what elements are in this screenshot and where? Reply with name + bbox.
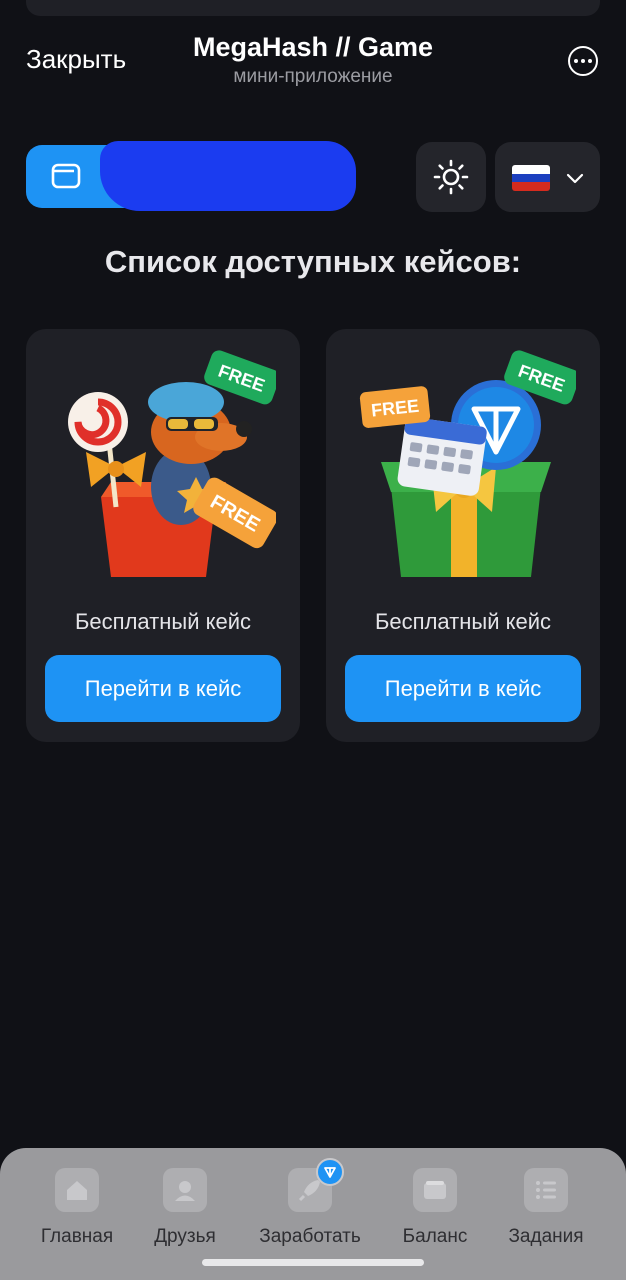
- tab-tasks-label: Задания: [508, 1226, 584, 1247]
- app-title: MegaHash // Game: [192, 32, 434, 62]
- user-icon: [175, 1181, 195, 1201]
- case-2-name: Бесплатный кейс: [374, 609, 551, 634]
- wallet-icon: [51, 163, 81, 189]
- theme-toggle-button[interactable]: [416, 142, 486, 212]
- redacted-address: [100, 141, 356, 211]
- case-1-illustration: FREE FREE: [68, 350, 276, 577]
- tab-friends-label: Друзья: [154, 1226, 216, 1247]
- top-strip: [26, 0, 600, 16]
- tab-earn[interactable]: Заработать: [250, 1158, 370, 1248]
- case-1-open-button[interactable]: Перейти в кейс: [45, 655, 281, 722]
- wallet-connect-button[interactable]: [26, 141, 356, 211]
- tab-home-label: Главная: [40, 1226, 114, 1247]
- chevron-down-icon: [566, 173, 584, 184]
- case-1-name: Бесплатный кейс: [74, 609, 251, 634]
- case-card-1: FREE FREE Бесплатный кейс Перейти в кейс: [26, 329, 300, 742]
- russia-flag-icon: [512, 165, 550, 191]
- home-indicator: [202, 1259, 424, 1266]
- tab-home[interactable]: Главная: [17, 1168, 137, 1248]
- app-subtitle: мини-приложение: [233, 66, 393, 87]
- case-card-2: FREE FREE Бесплатный кейс Перейти в кейс: [326, 329, 600, 742]
- section-title: Список доступных кейсов:: [104, 244, 522, 279]
- home-icon: [67, 1181, 87, 1200]
- wallet-icon: [424, 1181, 446, 1199]
- tab-balance[interactable]: Баланс: [375, 1168, 495, 1248]
- list-icon: [536, 1181, 556, 1199]
- sun-icon: [433, 159, 469, 195]
- ton-icon: [316, 1158, 344, 1186]
- ellipsis-circle-icon[interactable]: [568, 46, 598, 76]
- language-select[interactable]: [495, 142, 600, 212]
- case-2-open-button[interactable]: Перейти в кейс: [345, 655, 581, 722]
- case-2-illustration: FREE FREE: [359, 350, 576, 577]
- tab-balance-label: Баланс: [402, 1226, 468, 1247]
- tab-tasks[interactable]: Задания: [486, 1168, 606, 1248]
- tab-earn-label: Заработать: [259, 1226, 361, 1247]
- tab-friends[interactable]: Друзья: [125, 1168, 245, 1248]
